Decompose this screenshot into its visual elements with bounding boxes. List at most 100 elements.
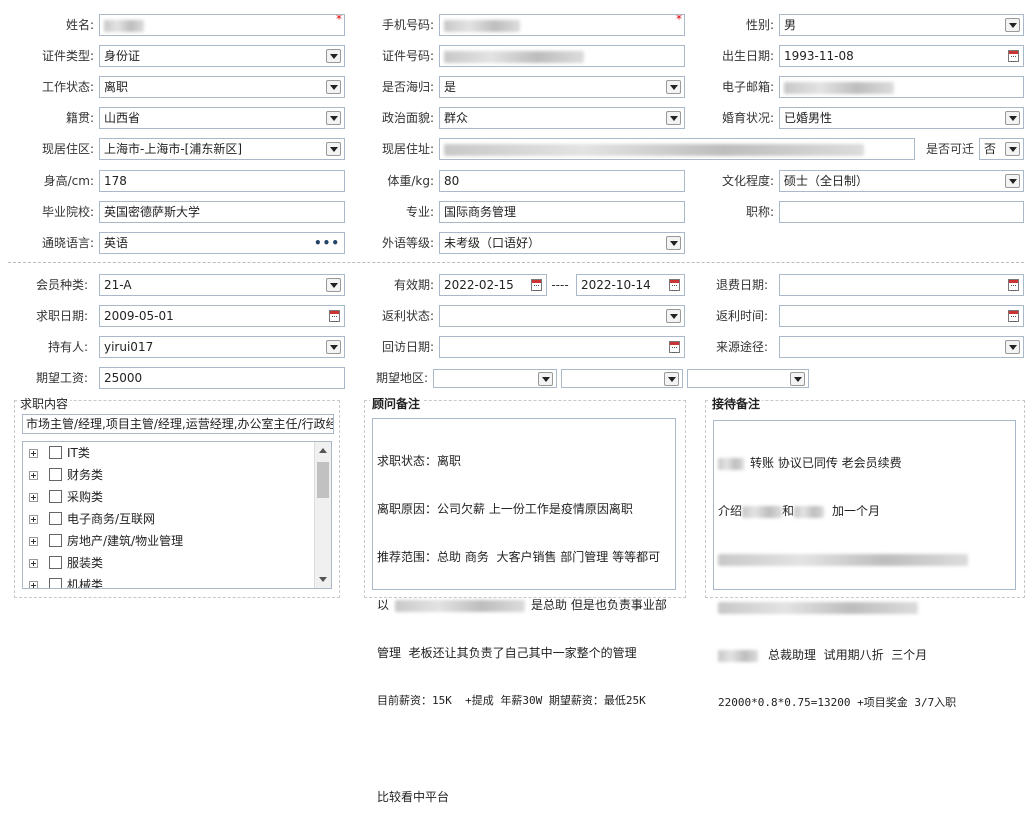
holder-value: yirui017 [104, 340, 154, 354]
expand-icon[interactable] [29, 471, 38, 480]
salary-field[interactable]: 25000 [99, 367, 345, 389]
rebate-status-select[interactable] [439, 305, 685, 327]
chevron-down-icon[interactable] [666, 80, 681, 94]
chevron-down-icon[interactable] [1005, 142, 1020, 156]
language-level-select[interactable]: 未考级（口语好） [439, 232, 685, 254]
birth-date-field[interactable]: 1993-11-08 [779, 45, 1024, 67]
chevron-down-icon[interactable] [666, 111, 681, 125]
chevron-down-icon[interactable] [666, 236, 681, 250]
calendar-icon[interactable] [669, 279, 680, 291]
job-content-summary[interactable]: 市场主管/经理,项目主管/经理,运营经理,办公室主任/行政经 [22, 414, 334, 434]
chevron-down-icon[interactable] [538, 372, 553, 386]
chevron-down-icon[interactable] [790, 372, 805, 386]
chevron-down-icon[interactable] [326, 80, 341, 94]
work-status-select[interactable]: 离职 [99, 76, 345, 98]
political-select[interactable]: 群众 [439, 107, 685, 129]
checkbox[interactable] [49, 578, 62, 588]
chevron-down-icon[interactable] [1005, 174, 1020, 188]
returnee-value: 是 [444, 80, 457, 94]
visit-date-field[interactable] [439, 336, 685, 358]
chevron-down-icon[interactable] [326, 49, 341, 63]
advisor-notes-textarea[interactable]: 求职状态：离职 离职原因：公司欠薪 上一份工作是疫情原因离职 推荐范围：总助 商… [372, 418, 676, 804]
reception-note-line: 22000*0.8*0.75=13200 +项目奖金 3/7入职 [718, 696, 957, 709]
address-label: 现居住址: [381, 142, 434, 156]
chevron-down-icon[interactable] [1005, 111, 1020, 125]
checkbox[interactable] [49, 446, 62, 459]
region-city-select[interactable] [561, 369, 683, 388]
tree-scrollbar[interactable] [314, 442, 331, 588]
expand-icon[interactable] [29, 581, 38, 588]
holder-select[interactable]: yirui017 [99, 336, 345, 358]
chevron-down-icon[interactable] [326, 340, 341, 354]
weight-field[interactable]: 80 [439, 170, 685, 192]
school-field[interactable]: 英国密德萨斯大学 [99, 201, 345, 223]
checkbox[interactable] [49, 512, 62, 525]
calendar-icon[interactable] [669, 341, 680, 353]
returnee-select[interactable]: 是 [439, 76, 685, 98]
calendar-icon[interactable] [531, 279, 542, 291]
expand-icon[interactable] [29, 515, 38, 524]
birth-date-value: 1993-11-08 [784, 49, 854, 63]
job-date-field[interactable]: 2009-05-01 [99, 305, 345, 327]
native-place-select[interactable]: 山西省 [99, 107, 345, 129]
id-type-select[interactable]: 身份证 [99, 45, 345, 67]
education-select[interactable]: 硕士（全日制） [779, 170, 1024, 192]
checkbox[interactable] [49, 556, 62, 569]
chevron-down-icon[interactable] [666, 309, 681, 323]
rebate-time-field[interactable] [779, 305, 1024, 327]
name-field[interactable]: * [99, 14, 345, 36]
expand-icon[interactable] [29, 559, 38, 568]
checkbox[interactable] [49, 468, 62, 481]
reception-notes-textarea[interactable]: 转账 协议已同传 老会员续费 介绍和加一个月 总裁助理 试用期八折 三个月 22… [713, 420, 1016, 709]
height-field[interactable]: 178 [99, 170, 345, 192]
gender-select[interactable]: 男 [779, 14, 1024, 36]
school-label: 毕业院校: [41, 205, 94, 219]
scroll-up-icon[interactable] [319, 448, 327, 453]
chevron-down-icon[interactable] [326, 278, 341, 292]
refund-date-field[interactable] [779, 274, 1024, 296]
major-field[interactable]: 国际商务管理 [439, 201, 685, 223]
calendar-icon[interactable] [1008, 50, 1019, 62]
scroll-down-icon[interactable] [319, 577, 327, 582]
checkbox[interactable] [49, 534, 62, 547]
chevron-down-icon[interactable] [1005, 340, 1020, 354]
residence-area-select[interactable]: 上海市-上海市-[浦东新区] [99, 138, 345, 160]
work-status-label: 工作状态: [41, 80, 94, 94]
validity-to-field[interactable]: 2022-10-14 [576, 274, 685, 296]
language-field[interactable]: 英语 ••• [99, 232, 345, 254]
chevron-down-icon[interactable] [1005, 18, 1020, 32]
member-type-select[interactable]: 21-A [99, 274, 345, 296]
source-select[interactable] [779, 336, 1024, 358]
validity-from-field[interactable]: 2022-02-15 [439, 274, 547, 296]
job-category-tree[interactable]: IT类 财务类 采购类 电子商务/互联网 房地产/建筑/物业管理 服装类 机械类 [22, 441, 332, 589]
reception-note-line [718, 551, 1011, 567]
chevron-down-icon[interactable] [326, 111, 341, 125]
id-number-field[interactable] [439, 45, 685, 67]
returnee-label: 是否海归: [381, 80, 434, 94]
phone-field[interactable]: * [439, 14, 685, 36]
relocate-select[interactable]: 否 [979, 138, 1024, 160]
marital-select[interactable]: 已婚男性 [779, 107, 1024, 129]
expand-icon[interactable] [29, 537, 38, 546]
id-number-label: 证件号码: [381, 49, 434, 63]
chevron-down-icon[interactable] [326, 142, 341, 156]
more-icon[interactable]: ••• [314, 233, 340, 253]
job-title-field[interactable] [779, 201, 1024, 223]
tree-item-label: 采购类 [67, 490, 104, 504]
chevron-down-icon[interactable] [664, 372, 679, 386]
calendar-icon[interactable] [1008, 310, 1019, 322]
checkbox[interactable] [49, 490, 62, 503]
region-district-select[interactable] [687, 369, 809, 388]
address-field[interactable] [439, 138, 915, 160]
phone-label: 手机号码: [381, 18, 434, 32]
expand-icon[interactable] [29, 493, 38, 502]
calendar-icon[interactable] [1008, 279, 1019, 291]
expand-icon[interactable] [29, 449, 38, 458]
tree-item-label: 房地产/建筑/物业管理 [67, 534, 184, 548]
advisor-note-line: 离职原因：公司欠薪 上一份工作是疫情原因离职 [377, 502, 633, 516]
region-province-select[interactable] [433, 369, 557, 388]
scroll-thumb[interactable] [317, 462, 329, 498]
reception-notes-title: 接待备注 [710, 395, 763, 412]
email-field[interactable] [779, 76, 1024, 98]
calendar-icon[interactable] [329, 310, 340, 322]
